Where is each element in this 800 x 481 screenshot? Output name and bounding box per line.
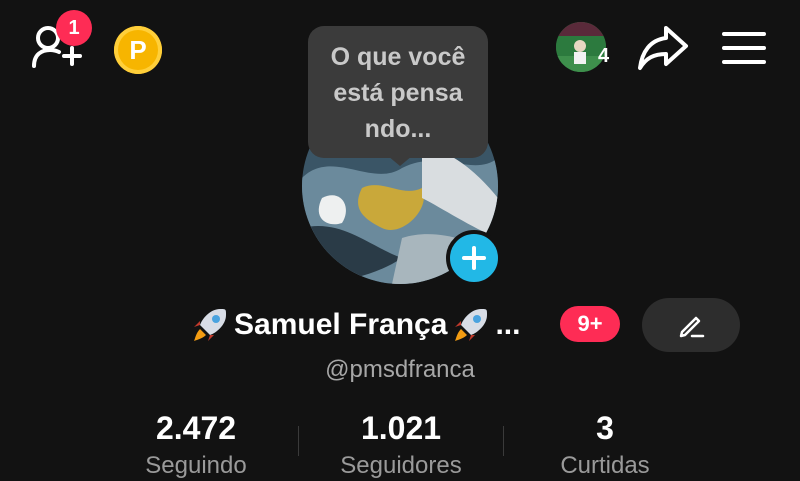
share-icon (638, 26, 688, 70)
status-bubble[interactable]: O que você está pensa ndo... (308, 26, 488, 158)
profile-handle: @pmsdfranca (325, 356, 475, 383)
name-ellipsis: ... (495, 308, 521, 341)
coin-button[interactable]: P (114, 26, 162, 74)
stat-value: 1.021 (360, 410, 442, 446)
add-photo-button[interactable] (446, 230, 502, 286)
bubble-line: ndo... (364, 115, 432, 143)
rocket-icon (194, 309, 226, 341)
share-button[interactable] (636, 22, 690, 72)
stat-value: 3 (596, 410, 614, 446)
stat-followers[interactable]: 1.021 Seguidores (301, 410, 501, 480)
bubble-line: está pensa (333, 79, 463, 107)
stat-divider (503, 426, 504, 456)
inbox-badge[interactable]: 9+ (560, 306, 620, 342)
stat-divider (298, 426, 299, 456)
profile-name: Samuel França (234, 308, 448, 341)
bubble-line: O que você (330, 43, 466, 71)
profile-name-row: Samuel França ... (190, 304, 520, 346)
stat-value: 2.472 (155, 410, 237, 446)
bubble-tail (388, 156, 412, 166)
stat-likes[interactable]: 3 Curtidas (505, 410, 705, 480)
plus-icon (462, 246, 486, 270)
stat-following[interactable]: 2.472 Seguindo (96, 410, 296, 480)
story-count: 4 (598, 45, 610, 67)
rocket-icon (455, 309, 488, 341)
stat-label: Curtidas (560, 452, 650, 479)
edit-profile-button[interactable] (642, 298, 740, 352)
pencil-icon (679, 316, 705, 338)
stat-label: Seguidores (340, 452, 462, 479)
stat-label: Seguindo (145, 452, 247, 479)
coin-icon: P (129, 34, 147, 65)
menu-icon (722, 32, 766, 64)
menu-button[interactable] (722, 28, 766, 68)
notification-badge: 1 (56, 10, 92, 46)
